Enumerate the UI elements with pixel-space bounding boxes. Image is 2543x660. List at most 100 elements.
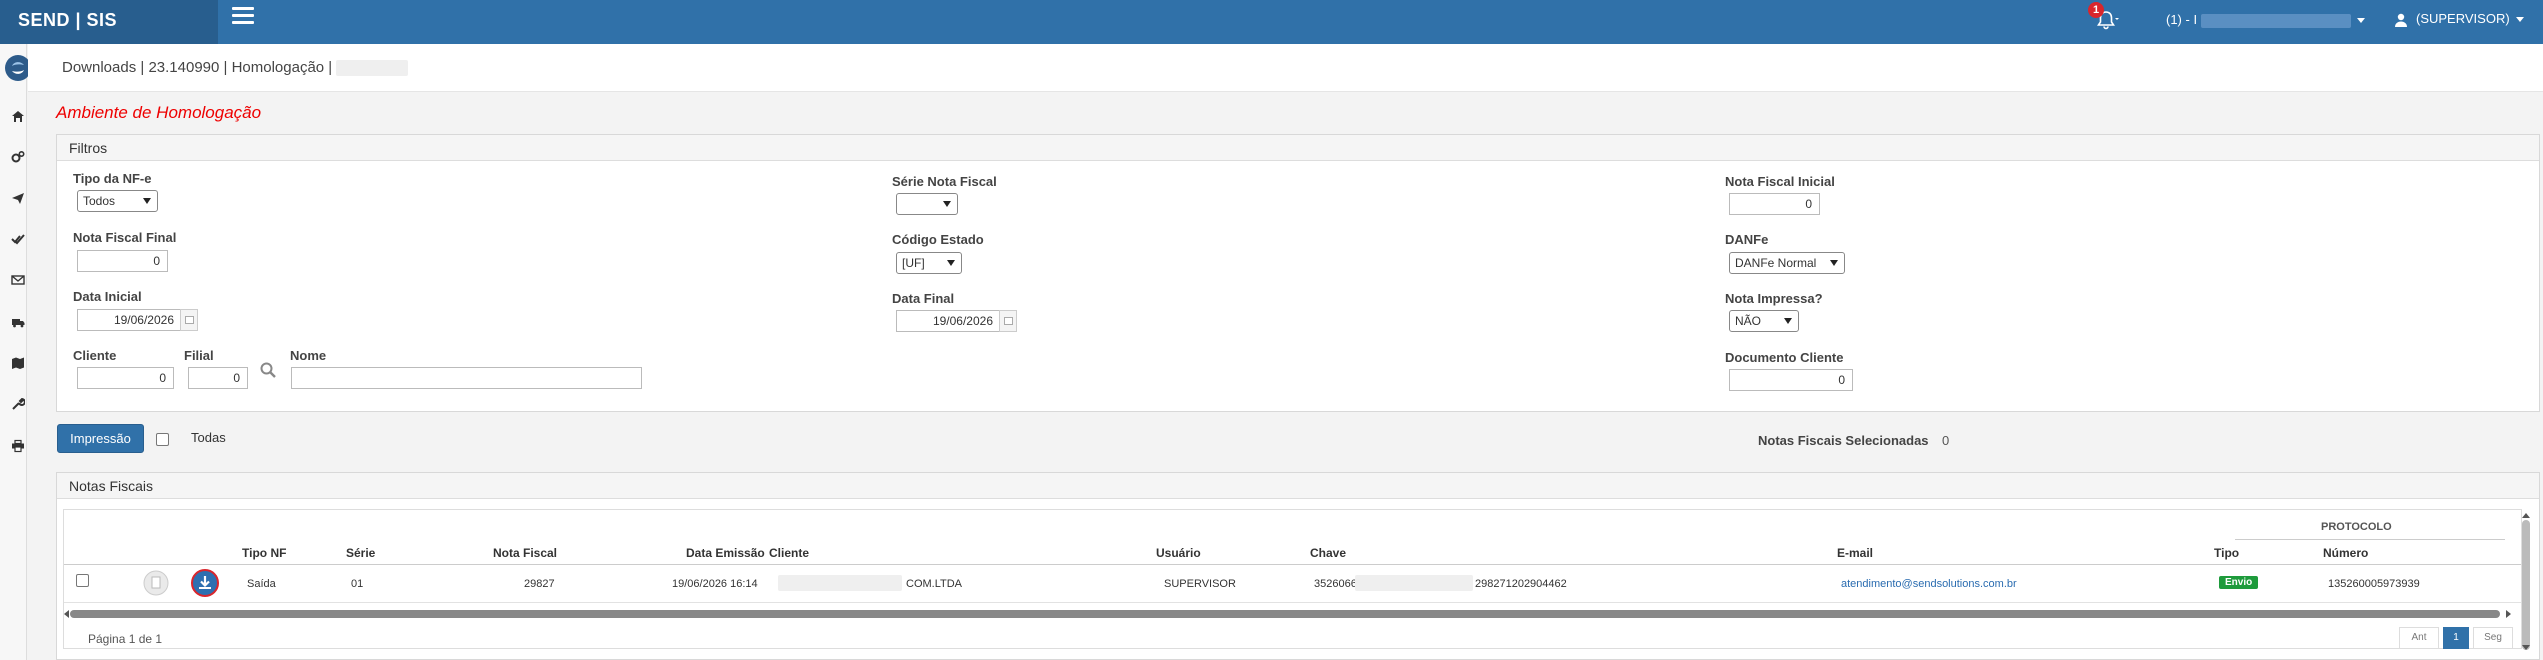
notas-fiscais-title: Notas Fiscais xyxy=(57,473,2539,499)
documento-cliente-input[interactable]: 0 xyxy=(1729,369,1853,391)
vertical-scrollbar[interactable] xyxy=(2522,520,2530,650)
cell-data-emissao: 19/06/2026 16:14 xyxy=(672,578,758,590)
col-numero[interactable]: Número xyxy=(2323,546,2368,560)
double-check-icon[interactable] xyxy=(11,232,25,246)
breadcrumb: Downloads | 23.140990 | Homologação | xyxy=(62,59,409,77)
filters-panel: Filtros Tipo da NF-e Todos Nota Fiscal F… xyxy=(56,134,2540,412)
danfe-select[interactable]: DANFe Normal xyxy=(1729,252,1845,274)
truck-icon[interactable] xyxy=(11,315,25,329)
nota-impressa-value: NÃO xyxy=(1735,314,1762,328)
col-tipo-nf[interactable]: Tipo NF xyxy=(242,546,286,560)
col-data-emissao[interactable]: Data Emissão xyxy=(686,546,765,560)
col-nota-fiscal[interactable]: Nota Fiscal xyxy=(493,546,557,560)
map-icon[interactable] xyxy=(11,356,25,370)
wrench-icon[interactable] xyxy=(11,397,25,411)
protocolo-group-header: PROTOCOLO xyxy=(2321,521,2392,533)
breadcrumb-text: Downloads | 23.140990 | Homologação | xyxy=(62,59,333,76)
nome-input[interactable] xyxy=(291,367,642,389)
col-usuario[interactable]: Usuário xyxy=(1156,546,1201,560)
brand-logo[interactable]: SEND | SIS xyxy=(0,0,218,44)
data-inicial-calendar-icon[interactable] xyxy=(180,309,198,331)
status-badge: Envio xyxy=(2219,576,2259,589)
row-select-checkbox[interactable] xyxy=(76,574,89,587)
nota-impressa-label: Nota Impressa? xyxy=(1725,291,1823,306)
protocolo-divider xyxy=(2235,539,2505,540)
selected-notes-count: 0 xyxy=(1942,433,1950,448)
cliente-input[interactable]: 0 xyxy=(77,367,174,389)
col-cliente[interactable]: Cliente xyxy=(769,546,809,560)
cell-nota-fiscal: 29827 xyxy=(524,578,555,590)
codigo-estado-select[interactable]: [UF] xyxy=(896,252,962,274)
user-menu[interactable]: (SUPERVISOR) xyxy=(2394,9,2524,29)
col-email[interactable]: E-mail xyxy=(1837,546,1873,560)
header-divider xyxy=(64,564,2521,565)
chevron-down-icon xyxy=(143,198,151,204)
selected-notes-label: Notas Fiscais Selecionadas xyxy=(1758,433,1929,448)
notas-fiscais-panel: Notas Fiscais PROTOCOLO Tipo NF Série No… xyxy=(56,472,2540,660)
nota-inicial-input[interactable]: 0 xyxy=(1729,193,1820,215)
danfe-label: DANFe xyxy=(1725,232,1769,247)
pagination-info: Página 1 de 1 xyxy=(88,632,163,646)
cell-chave-suffix: 298271202904462 xyxy=(1475,578,1567,590)
documento-cliente-label: Documento Cliente xyxy=(1725,350,1844,365)
scroll-right-arrow-icon[interactable] xyxy=(2503,609,2513,619)
sidebar xyxy=(0,44,31,660)
cell-numero: 135260005973939 xyxy=(2328,578,2420,590)
serie-nota-select[interactable] xyxy=(896,193,958,215)
nome-label: Nome xyxy=(290,348,327,363)
cell-cliente: COM.LTDA xyxy=(906,578,963,590)
serie-nota-label: Série Nota Fiscal xyxy=(892,174,997,189)
user-label: (SUPERVISOR) xyxy=(2416,11,2510,26)
cell-usuario: SUPERVISOR xyxy=(1164,578,1236,590)
printer-icon[interactable] xyxy=(11,439,25,453)
data-final-calendar-icon[interactable] xyxy=(999,310,1017,332)
codigo-estado-value: [UF] xyxy=(902,256,925,270)
environment-title: Ambiente de Homologação xyxy=(56,103,262,122)
codigo-estado-label: Código Estado xyxy=(892,232,984,247)
chevron-down-icon xyxy=(943,201,951,207)
nota-impressa-select[interactable]: NÃO xyxy=(1729,310,1799,332)
cell-email-link[interactable]: atendimento@sendsolutions.com.br xyxy=(1841,578,2017,590)
breadcrumb-bar: Downloads | 23.140990 | Homologação | xyxy=(28,44,2543,92)
filial-input[interactable]: 0 xyxy=(188,367,248,389)
data-inicial-input[interactable]: 19/06/2026 xyxy=(77,309,182,331)
chevron-down-icon xyxy=(2515,17,2524,23)
nota-final-label: Nota Fiscal Final xyxy=(73,230,177,245)
danfe-value: DANFe Normal xyxy=(1735,256,1817,270)
print-button[interactable]: Impressão xyxy=(57,424,144,453)
todas-label: Todas xyxy=(191,430,226,445)
scroll-down-arrow-icon[interactable] xyxy=(2521,642,2531,652)
document-icon[interactable] xyxy=(143,570,169,596)
cell-chave-redacted xyxy=(1355,575,1473,591)
send-icon[interactable] xyxy=(11,191,25,205)
data-final-input[interactable]: 19/06/2026 xyxy=(896,310,1001,332)
col-chave[interactable]: Chave xyxy=(1310,546,1346,560)
nota-final-input[interactable]: 0 xyxy=(77,250,168,272)
horizontal-scrollbar[interactable] xyxy=(70,610,2500,618)
tipo-nfe-value: Todos xyxy=(83,194,116,208)
data-final-label: Data Final xyxy=(892,291,955,306)
data-inicial-label: Data Inicial xyxy=(73,289,142,304)
cell-serie: 01 xyxy=(351,578,364,590)
notas-table: PROTOCOLO Tipo NF Série Nota Fiscal Data… xyxy=(63,509,2522,649)
top-navbar: SEND | SIS 1 (1) - I (SUPERVISOR) xyxy=(0,0,2543,44)
cell-tipo-nf: Saída xyxy=(247,578,276,590)
company-label: (1) - I xyxy=(2166,12,2198,27)
col-serie[interactable]: Série xyxy=(346,546,375,560)
notification-badge: 1 xyxy=(2088,2,2104,18)
row-divider xyxy=(64,602,2521,603)
search-icon[interactable] xyxy=(259,361,277,379)
pagination-prev-button[interactable]: Ant xyxy=(2399,627,2439,649)
company-name-redacted xyxy=(2201,13,2352,28)
download-icon[interactable] xyxy=(191,569,219,597)
company-selector[interactable]: (1) - I xyxy=(2166,10,2366,30)
home-icon[interactable] xyxy=(11,109,25,123)
pagination-page-1[interactable]: 1 xyxy=(2443,627,2469,649)
menu-toggle-icon[interactable] xyxy=(232,7,254,27)
col-tipo[interactable]: Tipo xyxy=(2214,546,2239,560)
envelope-icon[interactable] xyxy=(11,273,25,287)
gears-icon[interactable] xyxy=(11,150,25,164)
todas-checkbox[interactable] xyxy=(156,433,169,446)
tipo-nfe-select[interactable]: Todos xyxy=(77,190,158,212)
pagination-next-button[interactable]: Seg xyxy=(2473,627,2513,649)
